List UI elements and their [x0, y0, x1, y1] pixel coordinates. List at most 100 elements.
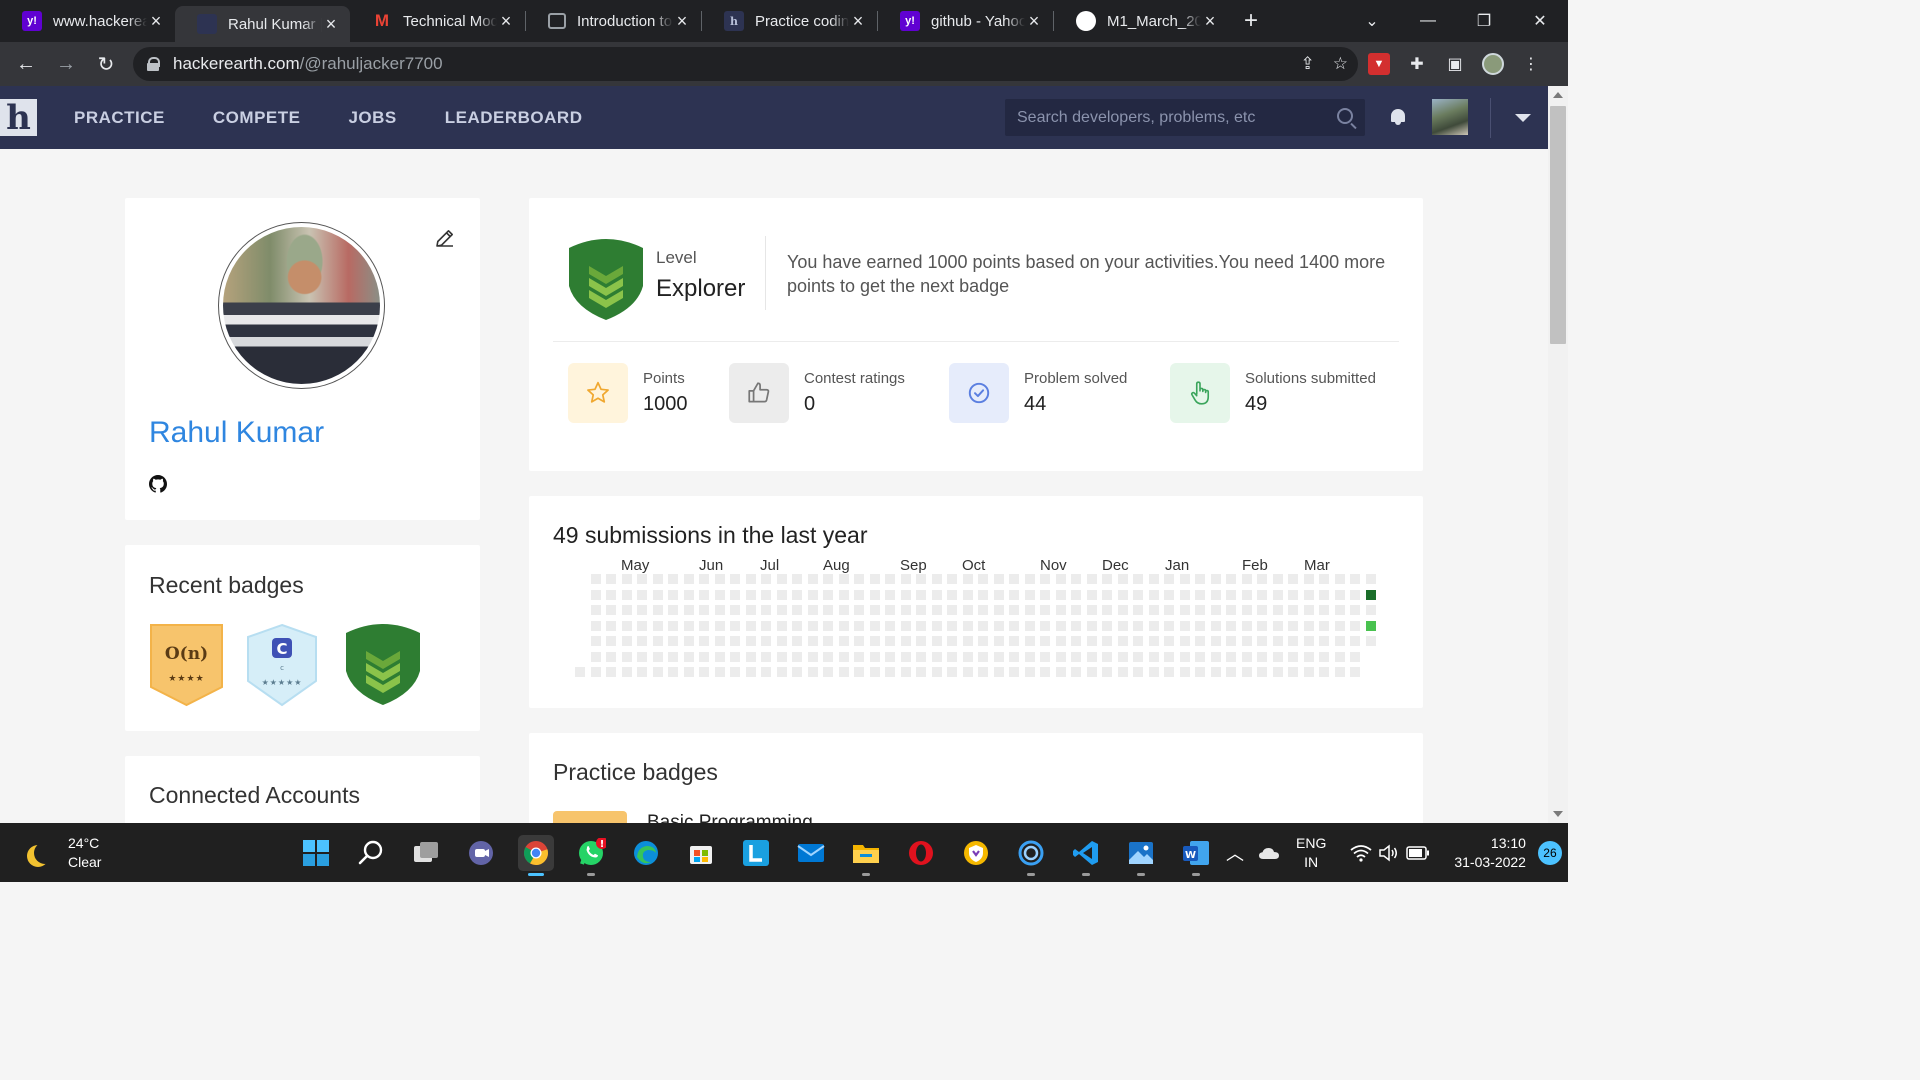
heatmap-day-cell[interactable]: [978, 574, 988, 584]
heatmap-day-cell[interactable]: [1040, 590, 1050, 600]
heatmap-day-cell[interactable]: [1025, 652, 1035, 662]
complexity-badge[interactable]: O(n) ★★★★: [149, 623, 224, 707]
search-icon[interactable]: [1337, 108, 1353, 124]
heatmap-day-cell[interactable]: [1195, 621, 1205, 631]
heatmap-day-cell[interactable]: [1118, 667, 1128, 677]
heatmap-day-cell[interactable]: [761, 667, 771, 677]
heatmap-day-cell[interactable]: [916, 621, 926, 631]
heatmap-day-cell[interactable]: [1335, 590, 1345, 600]
heatmap-day-cell[interactable]: [854, 605, 864, 615]
heatmap-day-cell[interactable]: [1226, 667, 1236, 677]
heatmap-day-cell[interactable]: [761, 652, 771, 662]
heatmap-day-cell[interactable]: [1226, 621, 1236, 631]
heatmap-day-cell[interactable]: [1087, 621, 1097, 631]
heatmap-day-cell[interactable]: [1195, 574, 1205, 584]
heatmap-day-cell[interactable]: [870, 621, 880, 631]
heatmap-day-cell[interactable]: [1226, 605, 1236, 615]
heatmap-day-cell[interactable]: [668, 574, 678, 584]
heatmap-day-cell[interactable]: [668, 621, 678, 631]
heatmap-day-cell[interactable]: [1025, 621, 1035, 631]
heatmap-day-cell[interactable]: [1040, 636, 1050, 646]
more-menu-icon[interactable]: ⋮: [1520, 53, 1542, 75]
heatmap-day-cell[interactable]: [1226, 590, 1236, 600]
heatmap-day-cell[interactable]: [994, 667, 1004, 677]
browser-tab[interactable]: M Technical Mode ×: [350, 0, 525, 42]
heatmap-day-cell[interactable]: [1009, 590, 1019, 600]
browser-tab[interactable]: y! www.hackerearth.com×: [0, 0, 175, 42]
close-tab-icon[interactable]: ×: [673, 11, 691, 32]
heatmap-day-cell[interactable]: [1257, 667, 1267, 677]
notification-count-badge[interactable]: 26: [1537, 840, 1562, 865]
heatmap-day-cell[interactable]: [1288, 605, 1298, 615]
microsoft-store-icon[interactable]: [683, 835, 719, 871]
heatmap-day-cell[interactable]: [715, 574, 725, 584]
heatmap-day-cell[interactable]: [668, 605, 678, 615]
lenovo-app-icon[interactable]: [738, 835, 774, 871]
forward-button[interactable]: →: [46, 53, 86, 76]
heatmap-day-cell[interactable]: [808, 636, 818, 646]
page-scrollbar[interactable]: [1548, 86, 1568, 823]
nav-compete[interactable]: COMPETE: [213, 108, 301, 128]
heatmap-day-cell[interactable]: [823, 636, 833, 646]
heatmap-day-cell[interactable]: [963, 667, 973, 677]
heatmap-day-cell[interactable]: [1211, 574, 1221, 584]
heatmap-day-cell[interactable]: [1273, 621, 1283, 631]
browser-tab[interactable]: h Practice coding ×: [702, 0, 877, 42]
heatmap-day-cell[interactable]: [1009, 667, 1019, 677]
nav-practice[interactable]: PRACTICE: [74, 108, 165, 128]
heatmap-day-cell[interactable]: [839, 621, 849, 631]
heatmap-day-cell[interactable]: [1319, 652, 1329, 662]
bookmark-star-icon[interactable]: ☆: [1333, 54, 1348, 74]
heatmap-day-cell[interactable]: [1071, 667, 1081, 677]
photos-icon[interactable]: [1123, 835, 1159, 876]
heatmap-day-cell[interactable]: [1273, 590, 1283, 600]
vscode-icon[interactable]: [1068, 835, 1104, 876]
heatmap-day-cell[interactable]: [684, 636, 694, 646]
heatmap-day-cell[interactable]: [808, 590, 818, 600]
heatmap-day-cell[interactable]: [839, 667, 849, 677]
heatmap-day-cell[interactable]: [808, 605, 818, 615]
opera-icon[interactable]: [903, 835, 939, 871]
heatmap-day-cell[interactable]: [1273, 636, 1283, 646]
heatmap-day-cell[interactable]: [1087, 605, 1097, 615]
heatmap-day-cell[interactable]: [653, 667, 663, 677]
heatmap-day-cell[interactable]: [1180, 605, 1190, 615]
heatmap-day-cell[interactable]: [1087, 636, 1097, 646]
heatmap-day-cell[interactable]: [1242, 621, 1252, 631]
heatmap-day-cell[interactable]: [1335, 652, 1345, 662]
heatmap-day-cell[interactable]: [1304, 574, 1314, 584]
heatmap-day-cell[interactable]: [916, 652, 926, 662]
heatmap-day-cell[interactable]: [1133, 605, 1143, 615]
heatmap-day-cell[interactable]: [1242, 574, 1252, 584]
heatmap-day-cell[interactable]: [606, 590, 616, 600]
mail-icon[interactable]: [793, 835, 829, 871]
heatmap-day-cell[interactable]: [901, 652, 911, 662]
heatmap-day-cell[interactable]: [637, 652, 647, 662]
heatmap-day-cell[interactable]: [792, 574, 802, 584]
edge-icon[interactable]: [628, 835, 664, 871]
battery-icon[interactable]: [1406, 845, 1430, 860]
weather-widget[interactable]: 24°C Clear: [26, 835, 101, 871]
heatmap-day-cell[interactable]: [1335, 636, 1345, 646]
heatmap-day-cell[interactable]: [963, 652, 973, 662]
heatmap-day-cell[interactable]: [730, 636, 740, 646]
heatmap-day-cell[interactable]: [1319, 667, 1329, 677]
heatmap-day-cell[interactable]: [1133, 621, 1143, 631]
heatmap-day-cell[interactable]: [947, 590, 957, 600]
heatmap-day-cell[interactable]: [1257, 574, 1267, 584]
heatmap-day-cell[interactable]: [761, 605, 771, 615]
heatmap-day-cell[interactable]: [1164, 590, 1174, 600]
heatmap-day-cell[interactable]: [1242, 667, 1252, 677]
heatmap-day-cell[interactable]: [1133, 636, 1143, 646]
heatmap-day-cell[interactable]: [885, 590, 895, 600]
heatmap-day-cell[interactable]: [1118, 621, 1128, 631]
heatmap-day-cell[interactable]: [684, 621, 694, 631]
heatmap-day-cell[interactable]: [622, 636, 632, 646]
heatmap-day-cell[interactable]: [1133, 590, 1143, 600]
heatmap-day-cell[interactable]: [653, 621, 663, 631]
heatmap-day-cell[interactable]: [823, 652, 833, 662]
heatmap-day-cell[interactable]: [606, 574, 616, 584]
heatmap-day-cell[interactable]: [1304, 621, 1314, 631]
heatmap-day-cell[interactable]: [947, 621, 957, 631]
heatmap-day-cell[interactable]: [1242, 590, 1252, 600]
